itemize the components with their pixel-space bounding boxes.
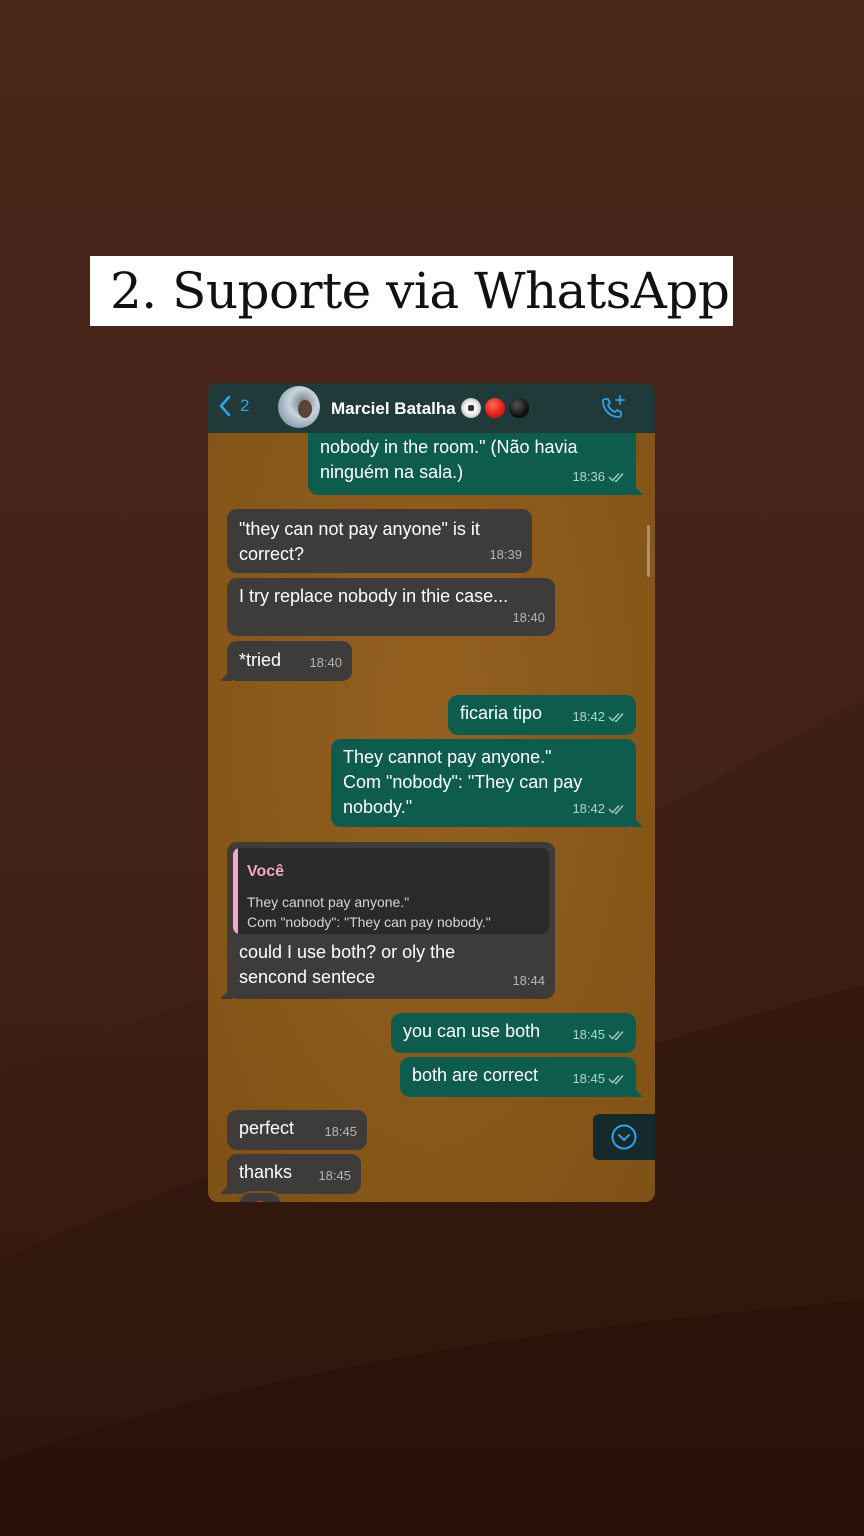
quote-author: Você <box>247 863 285 880</box>
quote-accent-bar <box>233 848 238 934</box>
chat-header: 2 Marciel Batalha <box>208 383 655 433</box>
story-title: 2. Suporte via WhatsApp <box>110 262 730 320</box>
message-meta: 18:42 <box>572 704 626 729</box>
contact-name: Marciel Batalha <box>331 399 456 418</box>
read-ticks-icon <box>608 804 624 815</box>
message-bubble-incoming[interactable]: I try replace nobody in thie case... 18:… <box>227 578 555 636</box>
black-circle-icon <box>508 398 529 418</box>
message-meta: 18:45 <box>572 1066 626 1091</box>
story-title-banner: 2. Suporte via WhatsApp <box>90 256 733 326</box>
soccer-ball-icon <box>460 398 481 418</box>
message-bubble-incoming-reply[interactable]: Você They cannot pay anyone." Com "nobod… <box>220 842 555 999</box>
scrollbar[interactable] <box>647 525 650 577</box>
message-time: 18:36 <box>572 469 605 484</box>
message-time: 18:42 <box>572 801 605 816</box>
scroll-to-bottom-button[interactable] <box>593 1114 655 1160</box>
message-bubble-outgoing[interactable]: both are correct 18:45 <box>400 1057 643 1097</box>
red-circle-icon <box>484 398 505 418</box>
read-ticks-icon <box>608 1030 624 1041</box>
message-time: 18:45 <box>318 1168 351 1183</box>
unread-count: 2 <box>240 396 250 415</box>
heart-reaction[interactable] <box>238 1191 282 1202</box>
read-ticks-icon <box>608 472 624 483</box>
back-button[interactable]: 2 <box>218 395 249 417</box>
message-bubble-incoming[interactable]: thanks 18:45 <box>220 1154 361 1194</box>
message-meta: 18:45 <box>572 1022 626 1047</box>
quoted-message[interactable]: Você They cannot pay anyone." Com "nobod… <box>233 848 549 934</box>
message-text: "they can not pay anyone" is it correct? <box>239 519 480 564</box>
message-time: 18:40 <box>512 610 545 625</box>
red-heart-icon <box>253 1201 267 1202</box>
message-bubble-incoming[interactable]: perfect 18:45 <box>227 1110 367 1150</box>
message-text: could I use both? or oly the sencond sen… <box>239 942 456 987</box>
chevron-down-circle-icon <box>611 1124 637 1150</box>
quote-text-line: Com "nobody": "They can pay nobody." <box>247 914 491 930</box>
message-time: 18:40 <box>309 655 342 670</box>
whatsapp-screenshot: 2 Marciel Batalha nobody in the room." (… <box>208 383 655 1202</box>
message-meta: 18:42 <box>572 796 626 821</box>
message-bubble-incoming[interactable]: "they can not pay anyone" is it correct?… <box>227 509 532 573</box>
chevron-left-icon <box>219 395 231 417</box>
message-time: 18:45 <box>324 1124 357 1139</box>
read-ticks-icon <box>608 1074 624 1085</box>
avatar[interactable] <box>278 386 320 428</box>
message-time: 18:39 <box>489 547 522 562</box>
message-bubble-incoming[interactable]: *tried 18:40 <box>220 641 352 681</box>
message-bubble-outgoing[interactable]: They cannot pay anyone." Com "nobody": "… <box>331 739 643 827</box>
message-time: 18:45 <box>572 1071 605 1086</box>
message-bubble-outgoing[interactable]: you can use both 18:45 <box>391 1013 636 1053</box>
add-call-icon[interactable] <box>599 394 627 422</box>
contact-name-row[interactable]: Marciel Batalha <box>331 398 529 419</box>
message-time: 18:45 <box>572 1027 605 1042</box>
message-text: I try replace nobody in thie case... <box>239 586 509 606</box>
read-ticks-icon <box>608 712 624 723</box>
message-meta: 18:36 <box>572 464 626 489</box>
message-time: 18:44 <box>512 973 545 988</box>
message-time: 18:42 <box>572 709 605 724</box>
message-bubble-outgoing[interactable]: ficaria tipo 18:42 <box>448 695 636 735</box>
